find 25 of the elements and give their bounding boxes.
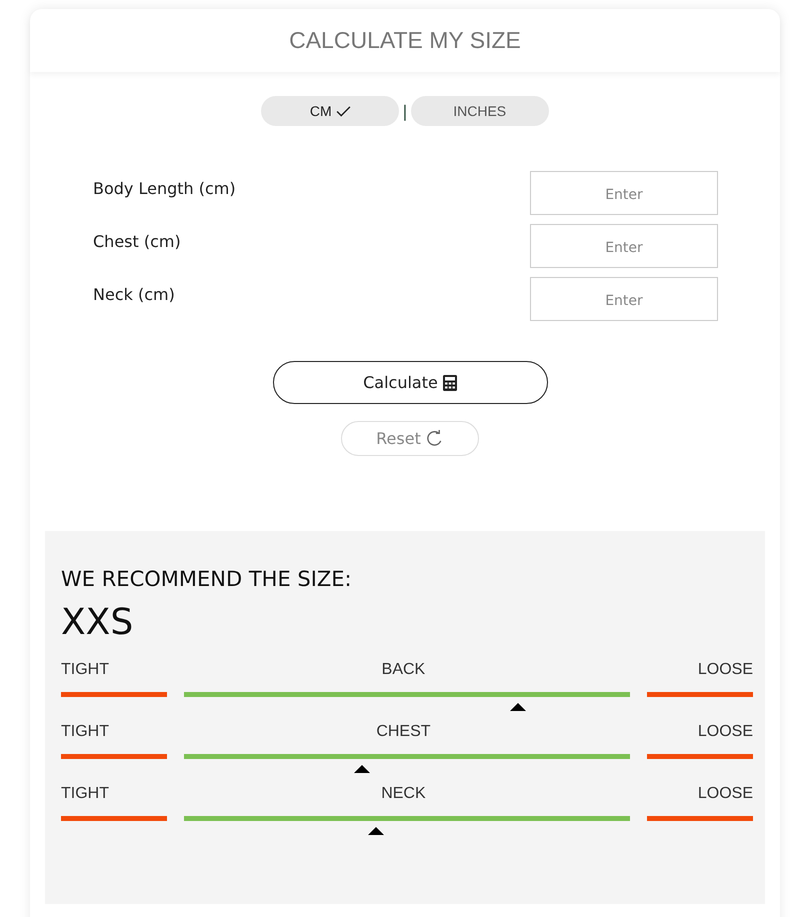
loose-label: LOOSE <box>698 661 753 680</box>
input-field[interactable]: Enter <box>530 171 718 215</box>
result-heading: WE RECOMMEND THE SIZE: <box>61 567 353 591</box>
field-label: Body Length (cm) <box>93 179 236 198</box>
unit-tab[interactable]: INCHES <box>410 96 549 126</box>
fit-area-label: NECK <box>381 785 426 804</box>
recommended-size: XXS <box>61 601 134 645</box>
tight-label: TIGHT <box>61 723 109 742</box>
fit-area-label: BACK <box>382 661 426 680</box>
fit-area-label: CHEST <box>376 723 431 742</box>
field-label: Chest (cm) <box>93 232 181 251</box>
field-label: Neck (cm) <box>93 285 175 304</box>
refresh-icon <box>424 429 444 448</box>
calculate-button[interactable]: Calculate <box>272 361 548 404</box>
loose-label: LOOSE <box>698 723 753 742</box>
separator: | <box>402 102 408 120</box>
unit-tab[interactable]: CM <box>261 96 400 126</box>
loose-label: LOOSE <box>698 785 753 804</box>
tight-label: TIGHT <box>61 661 109 680</box>
calculator-icon <box>442 374 457 390</box>
input-field[interactable]: Enter <box>530 224 718 268</box>
input-field[interactable]: Enter <box>530 277 718 321</box>
check-icon <box>336 106 351 116</box>
tight-label: TIGHT <box>61 785 109 804</box>
page-title: CALCULATE MY SIZE <box>289 27 521 54</box>
